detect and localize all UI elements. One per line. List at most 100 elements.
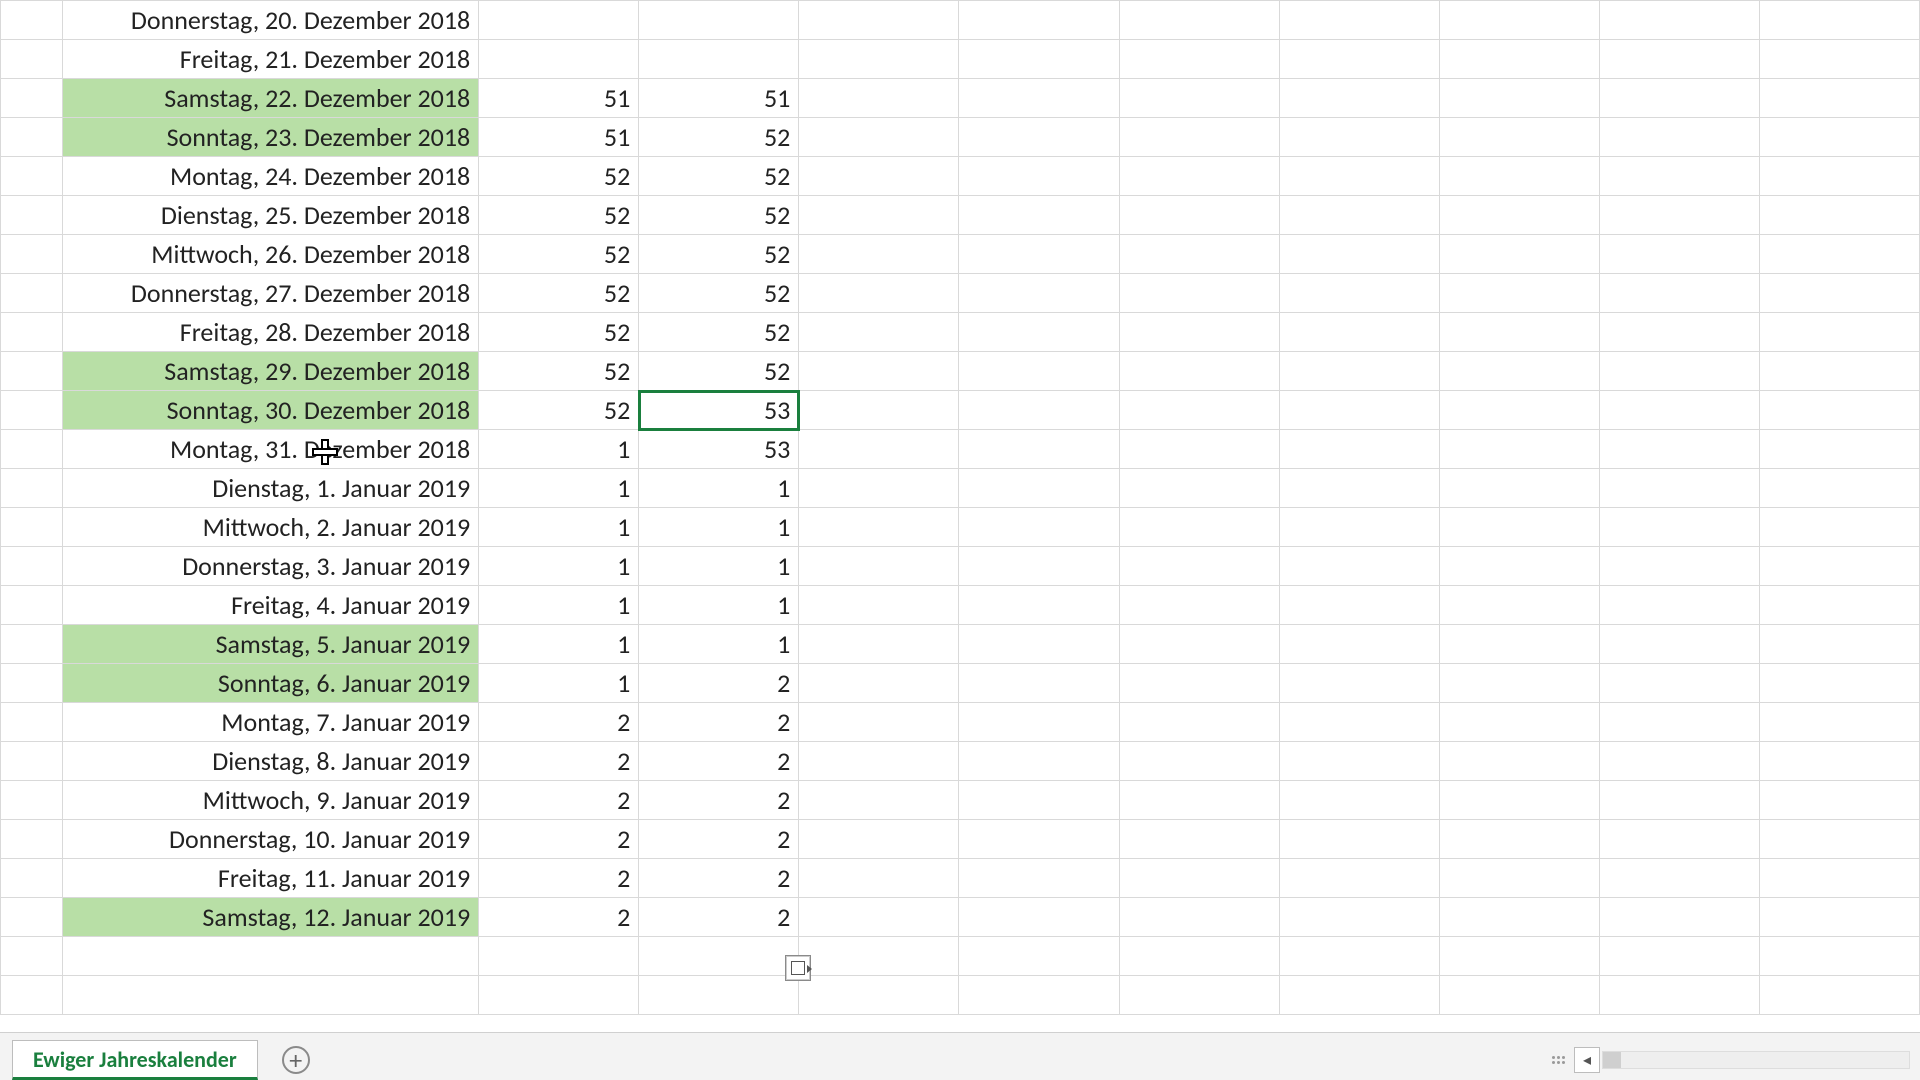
empty-cell[interactable] [799, 235, 959, 274]
spreadsheet-grid[interactable]: Donnerstag, 20. Dezember 2018Freitag, 21… [0, 0, 1920, 1015]
date-cell[interactable]: Montag, 31. Dezember 2018 [62, 430, 479, 469]
empty-cell[interactable] [799, 196, 959, 235]
empty-cell[interactable] [1759, 196, 1919, 235]
empty-cell[interactable] [959, 664, 1119, 703]
value-cell-c2[interactable]: 1 [639, 586, 799, 625]
value-cell-c1[interactable]: 2 [479, 820, 639, 859]
value-cell-c2[interactable] [639, 976, 799, 1015]
empty-cell[interactable] [959, 976, 1119, 1015]
empty-cell[interactable] [1759, 859, 1919, 898]
row-header[interactable] [1, 625, 63, 664]
date-cell[interactable]: Samstag, 29. Dezember 2018 [62, 352, 479, 391]
empty-cell[interactable] [1119, 469, 1279, 508]
value-cell-c2[interactable]: 2 [639, 664, 799, 703]
worksheet-area[interactable]: Donnerstag, 20. Dezember 2018Freitag, 21… [0, 0, 1920, 1032]
empty-cell[interactable] [1439, 430, 1599, 469]
empty-cell[interactable] [1119, 157, 1279, 196]
empty-cell[interactable] [799, 352, 959, 391]
add-sheet-button[interactable]: + [276, 1040, 316, 1080]
empty-cell[interactable] [1439, 79, 1599, 118]
empty-cell[interactable] [1279, 820, 1439, 859]
value-cell-c2[interactable]: 1 [639, 508, 799, 547]
row-header[interactable] [1, 703, 63, 742]
value-cell-c2[interactable]: 52 [639, 274, 799, 313]
row-header[interactable] [1, 157, 63, 196]
row-header[interactable] [1, 118, 63, 157]
empty-cell[interactable] [1439, 976, 1599, 1015]
empty-cell[interactable] [959, 586, 1119, 625]
sheet-tab-active[interactable]: Ewiger Jahreskalender [12, 1040, 258, 1080]
date-cell[interactable]: Samstag, 12. Januar 2019 [62, 898, 479, 937]
empty-cell[interactable] [1119, 430, 1279, 469]
empty-cell[interactable] [1599, 937, 1759, 976]
empty-cell[interactable] [1119, 391, 1279, 430]
date-cell[interactable] [62, 937, 479, 976]
empty-cell[interactable] [799, 625, 959, 664]
tab-scroll-grip-icon[interactable] [1552, 1046, 1566, 1074]
empty-cell[interactable] [1279, 430, 1439, 469]
value-cell-c1[interactable]: 1 [479, 547, 639, 586]
empty-cell[interactable] [1279, 79, 1439, 118]
empty-cell[interactable] [1119, 196, 1279, 235]
empty-cell[interactable] [959, 352, 1119, 391]
empty-cell[interactable] [1279, 742, 1439, 781]
empty-cell[interactable] [1119, 40, 1279, 79]
empty-cell[interactable] [799, 859, 959, 898]
empty-cell[interactable] [1439, 781, 1599, 820]
empty-cell[interactable] [1759, 664, 1919, 703]
empty-cell[interactable] [1759, 742, 1919, 781]
row-header[interactable] [1, 352, 63, 391]
empty-cell[interactable] [1119, 898, 1279, 937]
horizontal-scrollbar[interactable]: ◂ [1552, 1046, 1912, 1074]
empty-cell[interactable] [1279, 898, 1439, 937]
date-cell[interactable]: Freitag, 21. Dezember 2018 [62, 40, 479, 79]
empty-cell[interactable] [1279, 235, 1439, 274]
empty-cell[interactable] [1599, 898, 1759, 937]
date-cell[interactable]: Donnerstag, 27. Dezember 2018 [62, 274, 479, 313]
date-cell[interactable]: Dienstag, 25. Dezember 2018 [62, 196, 479, 235]
empty-cell[interactable] [959, 391, 1119, 430]
value-cell-c1[interactable]: 1 [479, 586, 639, 625]
value-cell-c1[interactable] [479, 976, 639, 1015]
empty-cell[interactable] [1279, 781, 1439, 820]
empty-cell[interactable] [799, 1, 959, 40]
empty-cell[interactable] [1759, 79, 1919, 118]
row-header[interactable] [1, 313, 63, 352]
value-cell-c2[interactable] [639, 1, 799, 40]
empty-cell[interactable] [799, 664, 959, 703]
empty-cell[interactable] [1599, 157, 1759, 196]
value-cell-c2[interactable]: 2 [639, 781, 799, 820]
empty-cell[interactable] [1279, 157, 1439, 196]
empty-cell[interactable] [1759, 898, 1919, 937]
empty-cell[interactable] [1759, 274, 1919, 313]
empty-cell[interactable] [959, 1, 1119, 40]
date-cell[interactable]: Dienstag, 8. Januar 2019 [62, 742, 479, 781]
row-header[interactable] [1, 40, 63, 79]
empty-cell[interactable] [1599, 430, 1759, 469]
empty-cell[interactable] [799, 703, 959, 742]
empty-cell[interactable] [1759, 157, 1919, 196]
value-cell-c2[interactable] [639, 40, 799, 79]
value-cell-c2[interactable]: 2 [639, 742, 799, 781]
empty-cell[interactable] [1759, 469, 1919, 508]
empty-cell[interactable] [1599, 820, 1759, 859]
value-cell-c2[interactable]: 1 [639, 469, 799, 508]
date-cell[interactable]: Montag, 24. Dezember 2018 [62, 157, 479, 196]
empty-cell[interactable] [959, 781, 1119, 820]
empty-cell[interactable] [1439, 157, 1599, 196]
empty-cell[interactable] [799, 937, 959, 976]
empty-cell[interactable] [1439, 898, 1599, 937]
value-cell-c1[interactable]: 1 [479, 625, 639, 664]
empty-cell[interactable] [1759, 937, 1919, 976]
empty-cell[interactable] [1759, 430, 1919, 469]
empty-cell[interactable] [1599, 313, 1759, 352]
value-cell-c2[interactable]: 2 [639, 820, 799, 859]
value-cell-c1[interactable]: 2 [479, 742, 639, 781]
empty-cell[interactable] [1119, 586, 1279, 625]
value-cell-c2[interactable]: 53 [639, 430, 799, 469]
empty-cell[interactable] [1439, 508, 1599, 547]
value-cell-c1[interactable]: 1 [479, 664, 639, 703]
empty-cell[interactable] [1279, 547, 1439, 586]
value-cell-c2[interactable]: 51 [639, 79, 799, 118]
empty-cell[interactable] [1119, 79, 1279, 118]
